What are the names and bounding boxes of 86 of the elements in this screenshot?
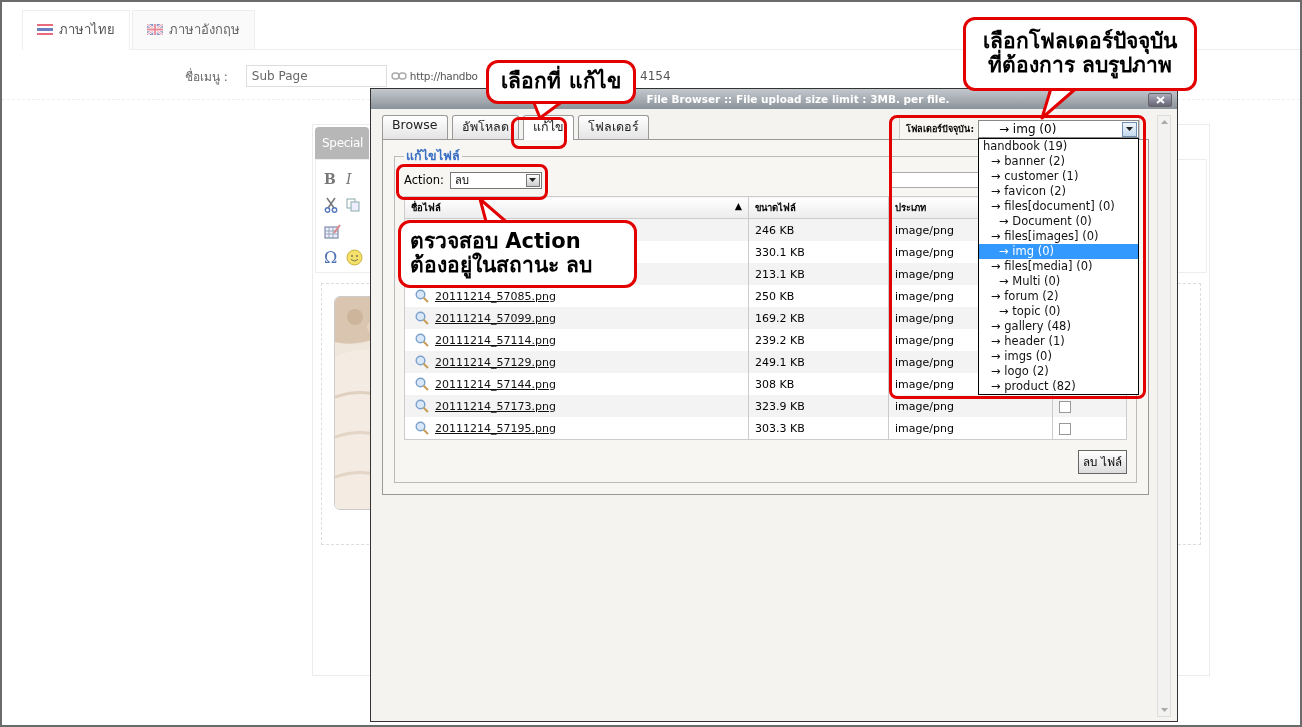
magnifier-icon — [415, 355, 429, 369]
magnifier-icon — [415, 311, 429, 325]
italic-button[interactable]: I — [346, 171, 368, 187]
file-type: image/png — [895, 333, 954, 347]
file-type: image/png — [895, 267, 954, 281]
action-label: Action: — [404, 173, 444, 187]
column-header[interactable]: ประเภท — [895, 202, 926, 213]
folder-option[interactable]: → imgs (0) — [979, 349, 1138, 364]
folder-label: โฟลเดอร์ปัจจุบัน: — [906, 122, 974, 136]
cross-flag-icon — [147, 24, 163, 35]
folder-option[interactable]: → files[images] (0) — [979, 229, 1138, 244]
magnifier-icon — [415, 333, 429, 347]
folder-option[interactable]: → header (1) — [979, 334, 1138, 349]
folder-option[interactable]: handbook (19) — [979, 139, 1138, 154]
checkbox[interactable] — [1059, 400, 1071, 413]
file-link[interactable]: 20111214_57085.png — [435, 289, 556, 303]
dialog-tab[interactable]: อัพโหลด — [451, 115, 519, 139]
file-size: 213.1 KB — [755, 267, 805, 281]
file-size: 308 KB — [755, 377, 795, 391]
file-size: 323.9 KB — [755, 399, 805, 413]
file-type: image/png — [895, 377, 954, 391]
file-size: 330.1 KB — [755, 245, 805, 259]
folder-option[interactable]: → favicon (2) — [979, 184, 1138, 199]
file-size: 250 KB — [755, 289, 795, 303]
page-url: http://handbo — [409, 70, 478, 82]
magnifier-icon — [415, 421, 429, 435]
dialog-tab[interactable]: Browse — [382, 115, 448, 139]
folder-option[interactable]: → gallery (48) — [979, 319, 1138, 334]
folder-select[interactable]: → img (0) — [978, 120, 1139, 138]
checkbox[interactable] — [1059, 422, 1071, 435]
file-type: image/png — [895, 399, 954, 413]
close-icon[interactable] — [1155, 96, 1165, 104]
link-icon — [390, 72, 407, 80]
folder-option[interactable]: → customer (1) — [979, 169, 1138, 184]
striped-flag-icon — [37, 24, 53, 35]
folder-option[interactable]: → Multi (0) — [979, 274, 1138, 289]
scrollbar[interactable] — [1157, 115, 1171, 717]
page-url: 4154 — [640, 69, 671, 83]
file-type: image/png — [895, 311, 954, 325]
language-tab[interactable]: ภาษาไทย — [22, 10, 130, 50]
cut-icon[interactable] — [324, 197, 338, 213]
action-select[interactable]: ลบ — [449, 171, 542, 189]
column-header[interactable]: ชื่อไฟล์ — [411, 200, 441, 215]
folder-option[interactable]: → files[document] (0) — [979, 199, 1138, 214]
close-button[interactable] — [1148, 93, 1172, 107]
copy-icon[interactable] — [346, 198, 361, 212]
file-type: image/png — [895, 421, 954, 435]
magnifier-icon — [415, 399, 429, 413]
file-size: 239.2 KB — [755, 333, 805, 347]
file-link[interactable]: 20111214_57195.png — [435, 421, 556, 435]
folder-option[interactable]: → forum (2) — [979, 289, 1138, 304]
field-label: ชื่อเมนู : — [185, 67, 228, 86]
special-character-button[interactable]: Ω — [324, 247, 346, 267]
file-link[interactable]: 20111214_57114.png — [435, 333, 556, 347]
file-size: 303.3 KB — [755, 421, 805, 435]
folder-option[interactable]: → logo (2) — [979, 364, 1138, 379]
folder-option[interactable]: → product (82) — [979, 379, 1138, 394]
table-edit-icon[interactable] — [324, 223, 341, 239]
scroll-down-arrow-icon[interactable] — [1160, 708, 1168, 712]
file-size: 246 KB — [755, 223, 795, 237]
menu-name-field[interactable]: Sub Page — [245, 65, 387, 87]
folder-option[interactable]: → banner (2) — [979, 154, 1138, 169]
file-type: image/png — [895, 223, 954, 237]
sort-indicator: ▲ — [734, 200, 742, 213]
section-legend: แก้ไขไฟล์ — [404, 146, 462, 166]
magnifier-icon — [415, 289, 429, 303]
file-type: image/png — [895, 289, 954, 303]
file-type: image/png — [895, 355, 954, 369]
delete-file-button[interactable]: ลบ ไฟล์ — [1078, 450, 1127, 474]
smiley-icon[interactable] — [346, 248, 363, 266]
dialog-title: File Browser :: File upload size limit : 3MB. per file. — [646, 93, 950, 105]
folder-option[interactable]: → Document (0) — [979, 214, 1138, 229]
bold-button[interactable]: B — [324, 171, 346, 187]
magnifier-icon — [415, 377, 429, 391]
dropdown-arrow-icon — [1126, 127, 1133, 131]
scroll-up-arrow-icon[interactable] — [1160, 120, 1168, 124]
column-header[interactable]: ขนาดไฟล์ — [755, 202, 796, 213]
file-link[interactable]: 20111214_57144.png — [435, 377, 556, 391]
language-tab[interactable]: ภาษาอังกฤษ — [132, 10, 255, 49]
dropdown-arrow-icon — [529, 178, 537, 182]
file-size: 249.1 KB — [755, 355, 805, 369]
folder-option[interactable]: → topic (0) — [979, 304, 1138, 319]
folder-option[interactable]: → files[media] (0) — [979, 259, 1138, 274]
file-type: image/png — [895, 245, 954, 259]
file-size: 169.2 KB — [755, 311, 805, 325]
dialog-tab[interactable]: โฟลเดอร์ — [577, 115, 649, 139]
